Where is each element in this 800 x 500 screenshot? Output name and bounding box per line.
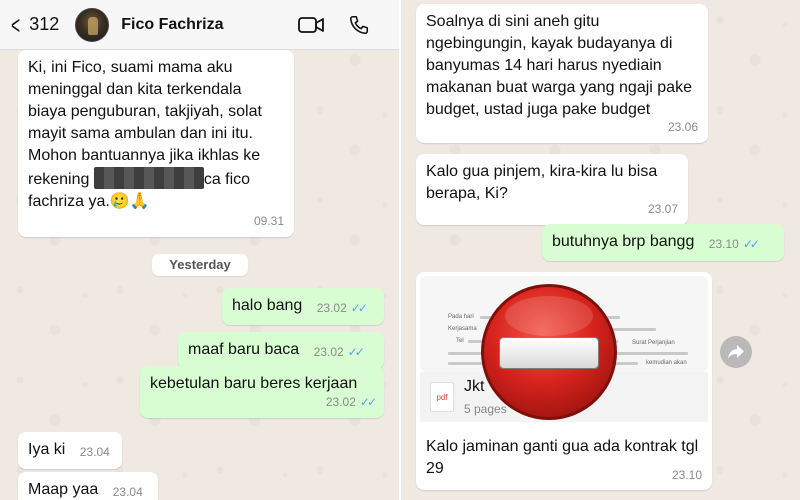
preview-text: Tel bbox=[456, 338, 464, 344]
message-time: 23.02 bbox=[325, 395, 356, 409]
message-time: 23.10 bbox=[708, 237, 739, 251]
read-receipt-icon: ✓✓ bbox=[350, 301, 368, 315]
forward-button[interactable] bbox=[720, 336, 752, 368]
outgoing-message[interactable]: maaf baru baca 23.02 ✓✓ bbox=[178, 332, 384, 369]
left-chat-panel: Ki, ini Fico, suami mama aku meninggal d… bbox=[0, 0, 400, 500]
forward-icon bbox=[728, 345, 744, 359]
chevron-left-icon: < bbox=[11, 9, 21, 40]
message-text: Kalo jaminan ganti gua ada kontrak tgl 2… bbox=[426, 438, 699, 477]
incoming-message[interactable]: Ki, ini Fico, suami mama aku meninggal d… bbox=[18, 50, 294, 237]
message-time: 23.06 bbox=[667, 120, 698, 134]
preview-text: Surat Perjanjian bbox=[632, 340, 675, 346]
preview-text: Kerjasama bbox=[448, 326, 477, 332]
pdf-file-icon: pdf bbox=[430, 382, 454, 412]
read-receipt-icon: ✓✓ bbox=[347, 345, 365, 359]
chat-header: < 312 Fico Fachriza bbox=[0, 0, 400, 50]
outgoing-message[interactable]: kebetulan baru beres kerjaan 23.02 ✓✓ bbox=[140, 366, 384, 418]
message-time: 23.10 bbox=[671, 468, 702, 482]
preview-text: kemudian akan bbox=[646, 360, 687, 366]
phone-icon bbox=[349, 15, 369, 34]
incoming-message[interactable]: Iya ki 23.04 bbox=[18, 432, 122, 469]
message-time: 09.31 bbox=[253, 214, 284, 228]
message-text: maaf baru baca bbox=[188, 341, 300, 358]
message-time: 23.04 bbox=[79, 445, 110, 459]
message-text: Iya ki bbox=[28, 441, 66, 458]
read-receipt-icon: ✓✓ bbox=[742, 237, 760, 251]
video-call-icon bbox=[298, 16, 324, 33]
message-text: Kalo gua pinjem, kira-kira lu bisa berap… bbox=[426, 163, 658, 202]
message-time: 23.02 bbox=[313, 345, 344, 359]
message-text: butuhnya brp bangg bbox=[552, 233, 695, 250]
no-entry-icon bbox=[481, 284, 617, 420]
message-text: Maap yaa bbox=[28, 481, 99, 498]
voice-call-button[interactable] bbox=[346, 12, 372, 38]
message-text: halo bang bbox=[232, 297, 303, 314]
incoming-message[interactable]: Maap yaa 23.04 bbox=[18, 472, 158, 500]
preview-text: Pada hari bbox=[448, 314, 474, 320]
outgoing-message[interactable]: butuhnya brp bangg 23.10 ✓✓ bbox=[542, 224, 784, 261]
right-chat-panel: Soalnya di sini aneh gitu ngebingungin, … bbox=[400, 0, 800, 500]
read-receipt-icon: ✓✓ bbox=[359, 395, 377, 409]
redacted-account-number bbox=[93, 167, 204, 189]
date-divider: Yesterday bbox=[152, 254, 248, 276]
message-time: 23.07 bbox=[647, 202, 678, 216]
back-button[interactable]: < 312 bbox=[8, 12, 59, 38]
message-text: Soalnya di sini aneh gitu ngebingungin, … bbox=[426, 13, 692, 118]
unread-count: 312 bbox=[29, 14, 60, 34]
message-text: kebetulan baru beres kerjaan bbox=[150, 375, 358, 392]
incoming-message[interactable]: Soalnya di sini aneh gitu ngebingungin, … bbox=[416, 4, 708, 143]
message-time: 23.04 bbox=[112, 485, 143, 499]
video-call-button[interactable] bbox=[298, 12, 324, 38]
contact-name[interactable]: Fico Fachriza bbox=[121, 16, 298, 34]
outgoing-message[interactable]: halo bang 23.02 ✓✓ bbox=[222, 288, 384, 325]
incoming-message[interactable]: Kalo gua pinjem, kira-kira lu bisa berap… bbox=[416, 154, 688, 225]
message-time: 23.02 bbox=[316, 301, 347, 315]
emoji: 🥲🙏 bbox=[109, 193, 150, 210]
avatar[interactable] bbox=[75, 7, 110, 42]
